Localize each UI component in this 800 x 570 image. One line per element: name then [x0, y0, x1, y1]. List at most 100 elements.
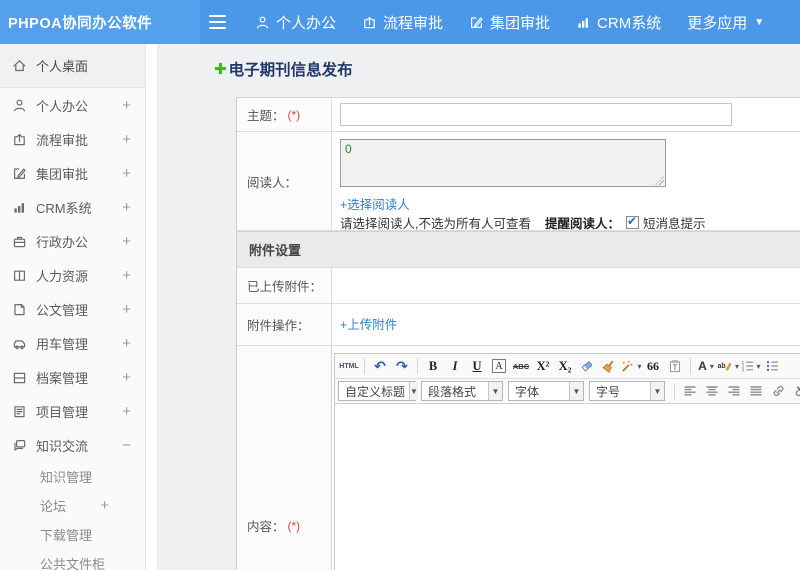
expand-toggle-icon[interactable]: +	[122, 369, 135, 386]
redo-button[interactable]: ↷	[391, 356, 413, 377]
page-title: ✚ 电子期刊信息发布	[214, 58, 353, 80]
uploaded-files-area	[332, 268, 800, 303]
chart-icon	[12, 200, 27, 215]
blockquote-button[interactable]: 66	[642, 356, 664, 377]
top-header: PHPOA协同办公软件 个人办公 流程审批 集团审批 CRM系统 更多应用 ▼	[0, 0, 800, 44]
align-right-button[interactable]	[723, 381, 745, 402]
subscript-button[interactable]: X₂	[554, 356, 576, 377]
align-justify-button[interactable]	[745, 381, 767, 402]
unordered-list-button[interactable]	[761, 356, 783, 377]
caret-down-icon: ▼	[569, 382, 583, 400]
sidebar-item-label: 流程审批	[36, 132, 89, 148]
heading-select[interactable]: 自定义标题 ▼	[338, 381, 418, 401]
sidebar-item-论坛[interactable]: 论坛 +	[0, 491, 145, 520]
sidebar-item-知识管理[interactable]: 知识管理	[0, 462, 145, 491]
sidebar-item-label: 知识交流	[36, 438, 89, 454]
format-brush-button[interactable]	[598, 356, 620, 377]
top-nav-item-2[interactable]: 流程审批	[349, 0, 456, 44]
format-brush-icon	[602, 359, 616, 373]
page-title-text: 电子期刊信息发布	[228, 62, 353, 79]
top-nav-item-3[interactable]: 集团审批	[456, 0, 563, 44]
sidebar-item-项目管理[interactable]: 项目管理 +	[0, 394, 145, 428]
paragraph-format-select[interactable]: 段落格式 ▼	[421, 381, 503, 401]
readers-row: 阅读人： 0 +选择阅读人 请选择阅读人,不选为所有人可查看 提醒阅读人： ✔ …	[237, 132, 800, 231]
required-mark: (*)	[287, 518, 301, 533]
link-button[interactable]	[767, 381, 789, 402]
auto-typeset-button[interactable]: ▾	[620, 356, 642, 377]
toolbar-separator	[364, 358, 365, 374]
superscript-button[interactable]: X²	[532, 356, 554, 377]
expand-toggle-icon[interactable]: +	[122, 233, 135, 250]
highlight-button[interactable]: ab ▾	[717, 356, 739, 377]
html-button[interactable]: HTML	[338, 356, 360, 377]
ordered-list-button[interactable]: 1 2 3 ▾	[739, 356, 761, 377]
flow-icon	[362, 15, 383, 30]
sidebar-item-label: 论坛	[40, 499, 67, 514]
top-nav-item-1[interactable]: 个人办公	[242, 0, 349, 44]
font-color-button[interactable]: A ▾	[695, 356, 717, 377]
expand-toggle-icon[interactable]: +	[122, 199, 135, 216]
caret-down-icon: ▾	[756, 361, 761, 371]
select-value: 字体	[515, 384, 540, 399]
editor-content-area[interactable]	[335, 404, 800, 570]
subject-input[interactable]	[340, 103, 732, 126]
expand-toggle-icon[interactable]: +	[122, 335, 135, 352]
expand-toggle-icon[interactable]: +	[122, 131, 135, 148]
expand-toggle-icon[interactable]: +	[122, 267, 135, 284]
eraser-button[interactable]	[576, 356, 598, 377]
sidebar-scrollbar[interactable]	[146, 44, 158, 570]
sidebar-item-下载管理[interactable]: 下载管理	[0, 520, 145, 549]
readers-hint-text: 请选择阅读人,不选为所有人可查看	[340, 217, 531, 231]
select-readers-link[interactable]: +选择阅读人	[340, 194, 410, 213]
resize-grip-icon[interactable]	[655, 176, 664, 185]
select-value: 字号	[596, 384, 621, 399]
sidebar-item-用车管理[interactable]: 用车管理 +	[0, 326, 145, 360]
sidebar-item-label: 用车管理	[36, 336, 89, 352]
project-icon	[12, 404, 27, 419]
expand-toggle-icon[interactable]: +	[122, 97, 135, 114]
select-value: 自定义标题	[345, 384, 406, 399]
font-family-select[interactable]: 字体 ▼	[508, 381, 584, 401]
sidebar-item-CRM系统[interactable]: CRM系统 +	[0, 190, 145, 224]
expand-toggle-icon[interactable]: +	[122, 301, 135, 318]
sidebar-item-公共文件柜[interactable]: 公共文件柜	[0, 549, 145, 570]
unlink-button[interactable]	[789, 381, 800, 402]
sidebar-item-集团审批[interactable]: 集团审批 +	[0, 156, 145, 190]
hamburger-menu-icon[interactable]	[208, 14, 228, 30]
editor-toolbar-row1: HTML ↶ ↷ B I U A ABC X² X₂ ▾ 66 T A ▾ ab ▾ 1 2 3 ▾	[335, 354, 800, 379]
sidebar-item-人力资源[interactable]: 人力资源 +	[0, 258, 145, 292]
sidebar-item-个人办公[interactable]: 个人办公 +	[0, 88, 145, 122]
sidebar-item-个人桌面[interactable]: 个人桌面	[0, 44, 145, 88]
italic-button[interactable]: I	[444, 356, 466, 377]
attachment-ops-label: 附件操作：	[237, 304, 332, 345]
sidebar-item-label: 档案管理	[36, 370, 89, 386]
expand-toggle-icon[interactable]: +	[122, 403, 135, 420]
bold-button[interactable]: B	[422, 356, 444, 377]
toolbar-separator	[417, 358, 418, 374]
undo-button[interactable]: ↶	[369, 356, 391, 377]
expand-toggle-icon[interactable]: +	[100, 497, 135, 514]
strikethrough-button[interactable]: ABC	[510, 356, 532, 377]
expand-toggle-icon[interactable]: +	[122, 165, 135, 182]
sidebar-item-label: 人力资源	[36, 268, 89, 284]
underline-button[interactable]: U	[466, 356, 488, 377]
top-nav-item-4[interactable]: CRM系统	[563, 0, 674, 44]
ordered-list-icon: 123	[740, 359, 754, 373]
sidebar-item-档案管理[interactable]: 档案管理 +	[0, 360, 145, 394]
paste-text-button[interactable]: T	[664, 356, 686, 377]
readers-textarea[interactable]: 0	[340, 139, 666, 187]
sidebar-item-公文管理[interactable]: 公文管理 +	[0, 292, 145, 326]
sidebar-item-知识交流[interactable]: 知识交流 −	[0, 428, 145, 462]
expand-toggle-icon[interactable]: −	[122, 437, 135, 454]
top-nav-item-5[interactable]: 更多应用 ▼	[674, 0, 777, 44]
sidebar-item-行政办公[interactable]: 行政办公 +	[0, 224, 145, 258]
align-left-button[interactable]	[679, 381, 701, 402]
sidebar-item-流程审批[interactable]: 流程审批 +	[0, 122, 145, 156]
font-size-select[interactable]: 字号 ▼	[589, 381, 665, 401]
upload-attachment-link[interactable]: +上传附件	[340, 304, 397, 346]
align-left-icon	[683, 384, 697, 398]
sms-checkbox[interactable]: ✔	[626, 214, 639, 229]
box-a-button[interactable]: A	[488, 356, 510, 377]
align-center-button[interactable]	[701, 381, 723, 402]
subject-label: 主题： (*)	[237, 98, 332, 131]
